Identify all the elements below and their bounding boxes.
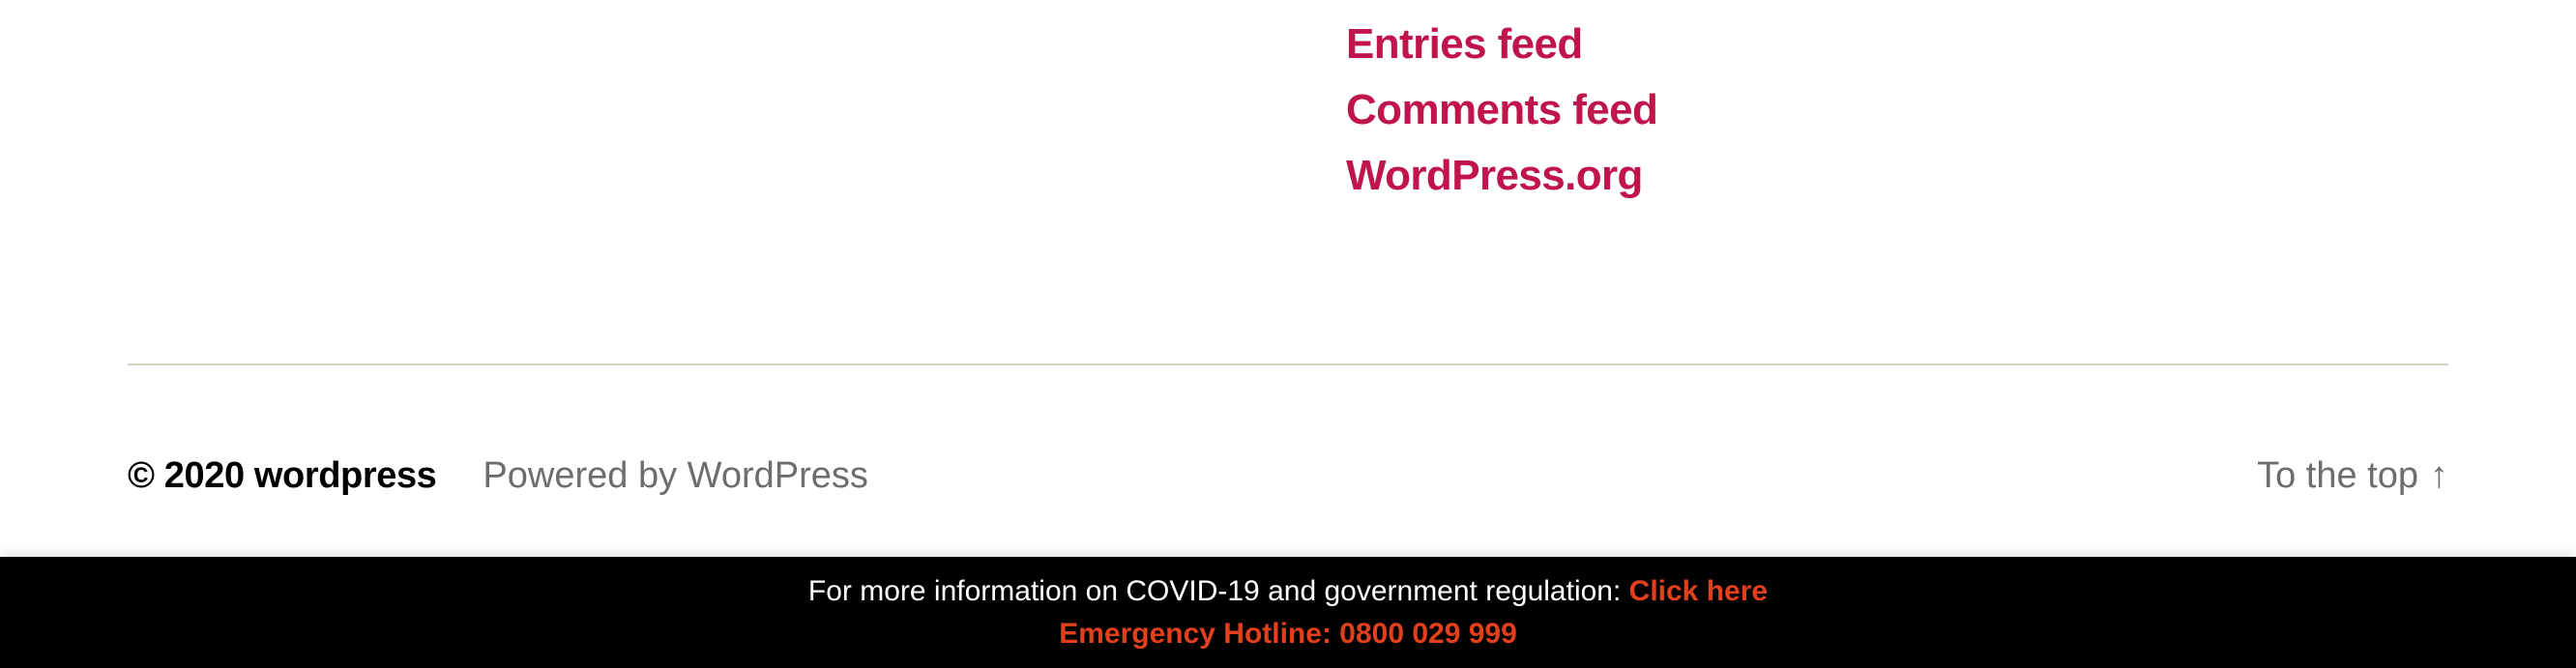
to-the-top-link[interactable]: To the top ↑ xyxy=(2257,455,2448,497)
covid-info-line: For more information on COVID-19 and gov… xyxy=(808,570,1768,613)
covid-click-here-link[interactable]: Click here xyxy=(1629,575,1768,607)
arrow-up-icon: ↑ xyxy=(2430,455,2448,496)
site-footer: © 2020 wordpress Powered by WordPress To… xyxy=(128,447,2448,505)
entries-feed-link[interactable]: Entries feed xyxy=(1346,12,1657,77)
wordpress-org-link[interactable]: WordPress.org xyxy=(1346,143,1657,209)
meta-widget-links: Entries feed Comments feed WordPress.org xyxy=(1346,12,1658,209)
emergency-hotline: Emergency Hotline: 0800 029 999 xyxy=(1059,617,1517,650)
covid-notice-bar: For more information on COVID-19 and gov… xyxy=(0,557,2576,668)
page: Entries feed Comments feed WordPress.org… xyxy=(0,0,2576,668)
copyright-site-link[interactable]: © 2020 wordpress xyxy=(128,455,437,497)
covid-info-text: For more information on COVID-19 and gov… xyxy=(807,574,1629,607)
comments-feed-link[interactable]: Comments feed xyxy=(1346,77,1658,143)
powered-by-link[interactable]: Powered by WordPress xyxy=(483,455,867,497)
footer-divider xyxy=(128,363,2448,365)
to-the-top-label: To the top xyxy=(2257,454,2418,496)
footer-credits: © 2020 wordpress Powered by WordPress xyxy=(128,455,868,497)
